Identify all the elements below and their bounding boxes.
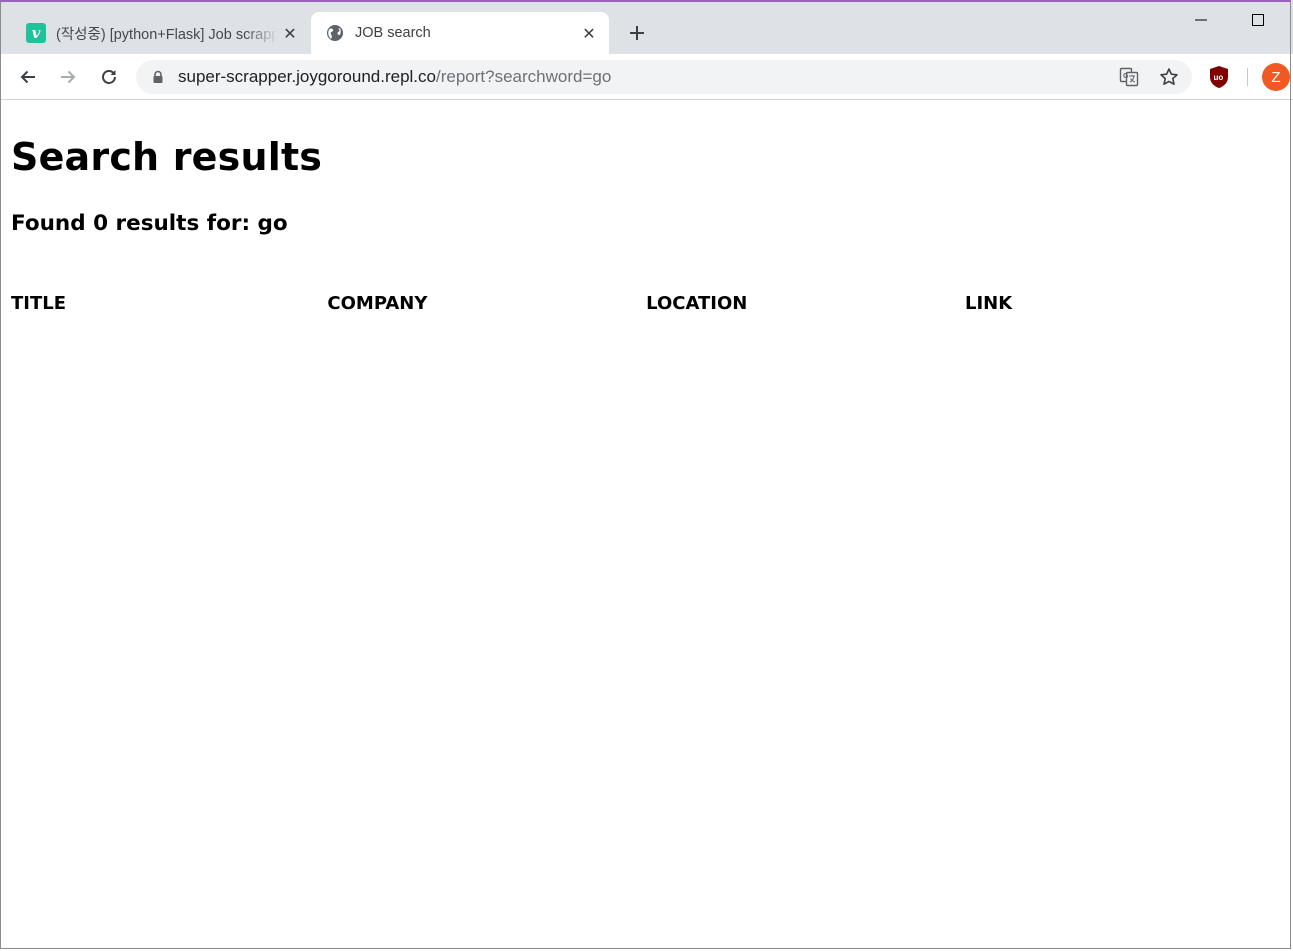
minimize-button[interactable] <box>1186 8 1216 32</box>
svg-text:uo: uo <box>1214 73 1224 82</box>
arrow-right-icon <box>61 70 76 84</box>
star-icon <box>1160 68 1178 85</box>
table-header-row: TITLE COMPANY LOCATION LINK <box>11 293 1281 314</box>
tab-job-search[interactable]: JOB search ✕ <box>311 12 609 54</box>
url-host: super-scrapper.joygoround.repl.co <box>178 67 436 86</box>
profile-avatar[interactable]: Z <box>1262 63 1290 91</box>
bookmark-star-button[interactable] <box>1158 66 1180 88</box>
globe-icon <box>327 25 343 41</box>
close-icon[interactable]: ✕ <box>278 21 302 45</box>
reload-button[interactable] <box>95 63 123 91</box>
address-bar[interactable]: super-scrapper.joygoround.repl.co/report… <box>136 60 1192 94</box>
tab-title: JOB search <box>355 25 431 41</box>
browser-toolbar: super-scrapper.joygoround.repl.co/report… <box>0 54 1293 100</box>
toolbar-separator <box>1247 68 1248 86</box>
maximize-button[interactable] <box>1243 8 1273 32</box>
lock-icon <box>153 70 163 83</box>
minimize-icon <box>1195 19 1207 21</box>
svg-text:G: G <box>1123 73 1129 80</box>
new-tab-button[interactable] <box>624 20 650 46</box>
results-summary: Found 0 results for: go <box>11 211 288 236</box>
tab-strip: v (작성중) [python+Flask] Job scrapper ✕ JO… <box>0 0 1293 54</box>
column-header-location: LOCATION <box>646 293 748 314</box>
close-icon[interactable]: ✕ <box>577 21 601 45</box>
translate-button[interactable]: G <box>1118 66 1140 88</box>
arrow-left-icon <box>20 70 35 84</box>
page-title: Search results <box>11 135 323 179</box>
maximize-icon <box>1252 14 1264 26</box>
tab-job-scrapper-post[interactable]: v (작성중) [python+Flask] Job scrapper ✕ <box>14 12 310 54</box>
reload-icon <box>102 70 116 84</box>
column-header-company: COMPANY <box>327 293 428 314</box>
plus-icon <box>630 26 644 40</box>
url-text[interactable]: super-scrapper.joygoround.repl.co/report… <box>178 67 611 87</box>
results-table: TITLE COMPANY LOCATION LINK <box>11 293 1281 314</box>
column-header-title: TITLE <box>11 293 67 314</box>
back-button[interactable] <box>14 63 42 91</box>
url-path: /report?searchword=go <box>435 67 612 86</box>
ublock-origin-icon[interactable]: uo <box>1208 65 1230 89</box>
column-header-link: LINK <box>964 293 1013 314</box>
forward-button[interactable] <box>54 63 82 91</box>
translate-icon: G <box>1119 67 1139 87</box>
tab-title: (작성중) [python+Flask] Job scrapper <box>56 26 278 43</box>
vimeo-v-icon: v <box>26 23 46 43</box>
